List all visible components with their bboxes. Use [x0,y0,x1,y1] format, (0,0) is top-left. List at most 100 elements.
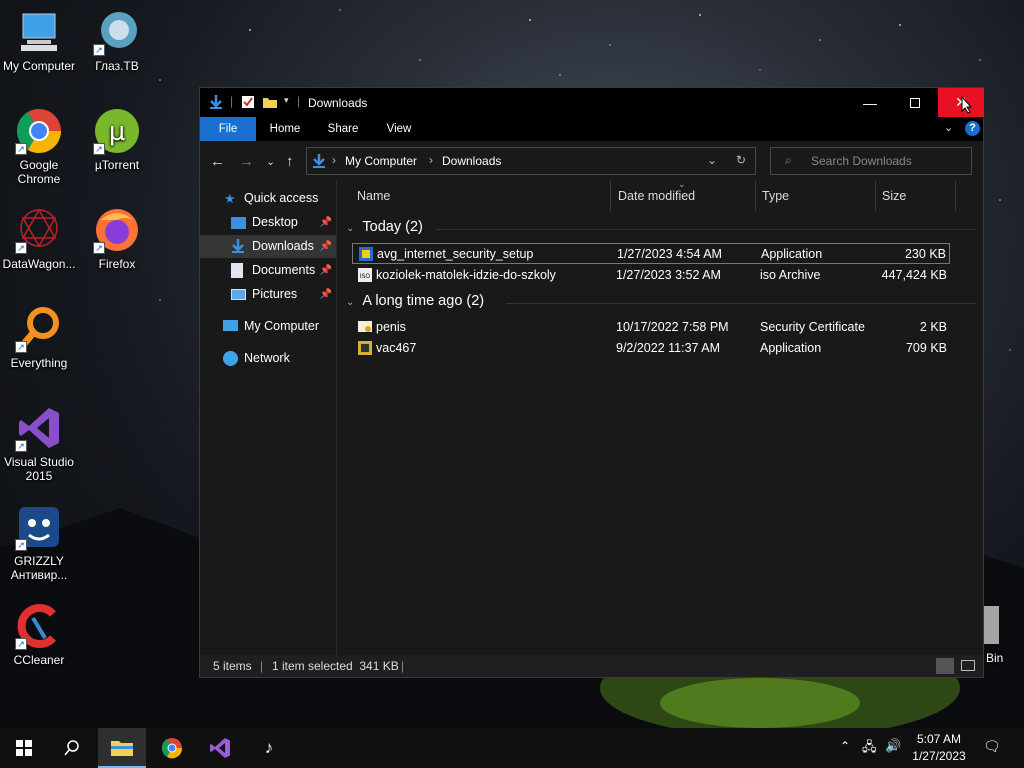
file-date: 1/27/2023 3:52 AM [616,268,721,282]
separator: | [260,659,264,673]
maximize-icon [910,97,920,108]
address-dropdown-icon[interactable]: ⌄ [707,153,717,167]
column-size[interactable]: Size [876,181,956,211]
file-row[interactable]: ISO koziolek-matolek-idzie-do-szkoly 1/2… [352,265,950,286]
tab-home[interactable]: Home [260,117,310,141]
file-type: Application [760,341,822,355]
desktop-icon-visual-studio[interactable]: ↗ Visual Studio 2015 [0,404,78,483]
show-hidden-icons-chevron[interactable]: ⌃ [840,739,850,753]
computer-icon [223,320,238,331]
file-row[interactable]: avg_internet_security_setup 1/27/2023 4:… [352,243,950,264]
taskbar-visual-studio[interactable] [196,728,244,768]
nav-label: Pictures [252,287,298,301]
title-bar[interactable]: | ▾ | Downloads — ✕ [200,88,984,117]
recent-locations-chevron-icon[interactable]: ⌄ [266,155,275,168]
explorer-window[interactable]: | ▾ | Downloads — ✕ File Home Share View… [199,87,984,678]
minimize-icon: — [863,94,877,111]
properties-icon[interactable] [240,94,256,110]
notifications-icon[interactable]: 🗨 [983,738,1001,755]
breadcrumb-my-computer[interactable]: My Computer [345,154,417,168]
collapse-chevron-icon: ⌄ [346,223,355,234]
desktop-icon-utorrent[interactable]: µ ↗ µTorrent [78,107,156,172]
computer-icon [15,8,63,56]
large-icons-view-icon[interactable] [961,660,975,671]
desktop-icon-grizzly[interactable]: ↗ GRIZZLY Антивир... [0,503,78,582]
taskbar-clock[interactable]: 5:07 AM 1/27/2023 [908,731,970,765]
taskbar-tiktok[interactable]: ♪ [245,728,293,768]
pin-icon: 📌 [319,241,332,252]
pictures-folder-icon [231,289,246,300]
desktop-icon-chrome[interactable]: ↗ Google Chrome [0,107,78,186]
separator: | [401,659,405,673]
search-button[interactable] [48,728,96,768]
details-view-icon[interactable] [936,658,954,674]
nav-network[interactable]: Network [200,347,336,370]
expand-ribbon-icon[interactable]: ⌄ [944,121,953,134]
desktop-icon-firefox[interactable]: ↗ Firefox [78,206,156,271]
datawagon-icon: ↗ [15,206,63,254]
visual-studio-icon: ↗ [15,404,63,452]
folder-icon [111,741,133,756]
search-placeholder: Search Downloads [811,154,912,168]
file-size: 709 KB [905,341,947,355]
address-bar[interactable]: › My Computer › Downloads ⌄ ↻ [306,147,756,175]
column-name[interactable]: Name [351,181,611,211]
nav-documents[interactable]: Documents 📌 [200,259,336,282]
nav-my-computer[interactable]: My Computer [200,315,336,338]
forward-arrow-icon[interactable]: → [239,153,254,170]
tab-view[interactable]: View [374,117,424,141]
breadcrumb-downloads[interactable]: Downloads [442,154,501,168]
minimize-button[interactable]: — [847,88,893,117]
desktop-icon-glaz-tv[interactable]: ↗ Глаз.ТВ [78,8,156,73]
desktop-icon-my-computer[interactable]: My Computer [0,8,78,73]
file-date: 1/27/2023 4:54 AM [617,247,722,261]
desktop-icon-label: Firefox [98,257,136,271]
mouse-cursor-icon [961,96,973,114]
nav-label: Desktop [252,215,298,229]
network-status-icon[interactable]: 🖧 [862,738,877,760]
nav-downloads[interactable]: Downloads 📌 [200,235,336,258]
visual-studio-icon [210,738,230,758]
group-header-today[interactable]: ⌄ Today (2) [346,219,976,235]
downloads-location-icon [313,154,325,168]
help-icon[interactable]: ? [965,121,980,136]
search-icon [64,740,79,756]
volume-icon[interactable]: 🔊 [885,738,901,754]
start-button[interactable] [0,728,48,768]
nav-quick-access[interactable]: ★ Quick access [200,187,336,210]
nav-label: Quick access [244,191,319,205]
group-label: A long time ago (2) [362,293,485,309]
nav-label: My Computer [244,319,320,333]
customize-qat-icon[interactable]: ▾ [284,95,289,106]
nav-pictures[interactable]: Pictures 📌 [200,283,336,306]
download-arrow-icon [210,95,222,109]
file-type: Security Certificate [760,320,865,334]
desktop-icon-datawagon[interactable]: ↗ DataWagon... [0,206,78,271]
up-arrow-icon[interactable]: ↑ [286,153,294,170]
taskbar-file-explorer[interactable] [98,728,146,768]
group-header-long-time-ago[interactable]: ⌄ A long time ago (2) [346,293,976,309]
breadcrumb-chevron-icon: › [332,153,336,167]
tab-share[interactable]: Share [318,117,368,141]
group-divider [436,229,976,230]
separator: | [230,94,234,108]
new-folder-icon[interactable] [262,94,278,110]
svg-text:µ: µ [109,117,126,147]
refresh-icon[interactable]: ↻ [736,153,746,167]
back-arrow-icon[interactable]: ← [210,153,225,170]
column-type[interactable]: Type [756,181,876,211]
tiktok-icon: ♪ [264,738,274,757]
desktop-icon-everything[interactable]: ↗ Everything [0,305,78,370]
network-icon [223,351,238,366]
file-row[interactable]: penis 10/17/2022 7:58 PM Security Certif… [352,317,950,338]
tab-file[interactable]: File [200,117,256,141]
chrome-icon [161,738,183,759]
search-box[interactable]: ⌕ Search Downloads [770,147,972,175]
status-bar: 5 items | 1 item selected 341 KB | [200,655,983,677]
maximize-button[interactable] [892,88,938,117]
desktop-icon-ccleaner[interactable]: ↗ CCleaner [0,602,78,667]
svg-text:ISO: ISO [360,273,371,280]
taskbar-chrome[interactable] [148,728,196,768]
nav-desktop[interactable]: Desktop 📌 [200,211,336,234]
file-row[interactable]: vac467 9/2/2022 11:37 AM Application 709… [352,338,950,359]
